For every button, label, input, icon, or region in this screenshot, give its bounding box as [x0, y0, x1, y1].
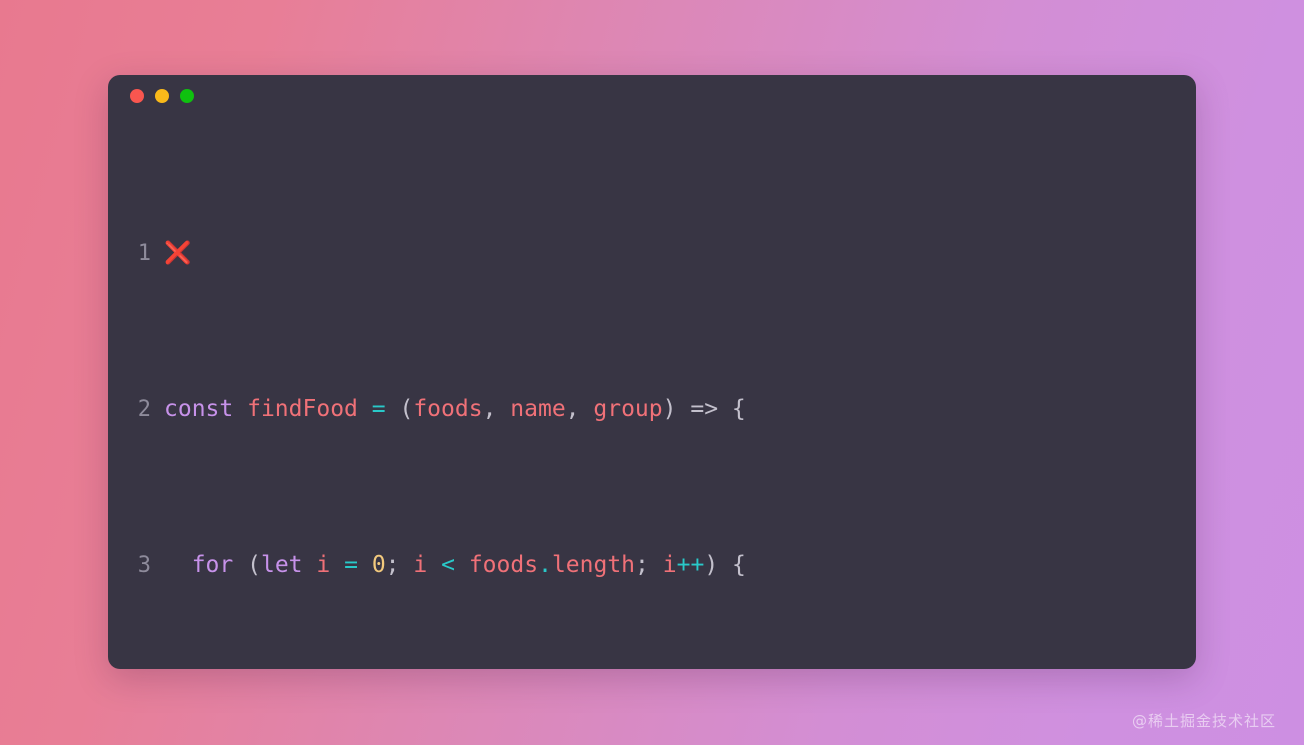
- line-source: const findFood = (foods, name, group) =>…: [164, 390, 1196, 429]
- line-source: for (let i = 0; i < foods.length; i++) {: [164, 546, 1196, 585]
- token-keyword: let: [260, 552, 303, 578]
- code-line[interactable]: 1 ❌: [108, 234, 1196, 273]
- line-number: 2: [137, 397, 151, 422]
- token-punctuation: {: [731, 396, 746, 422]
- token-punctuation: ;: [635, 552, 649, 578]
- line-source: ❌: [164, 234, 1196, 273]
- code-line[interactable]: 3 for (let i = 0; i < foods.length; i++)…: [108, 546, 1196, 585]
- code-editor-window: 1 ❌ 2 const findFood = (foods, name, gro…: [108, 75, 1196, 669]
- close-window-button[interactable]: [130, 89, 144, 103]
- token-operator: <: [441, 552, 455, 578]
- token-punctuation: ,: [482, 396, 511, 422]
- token-keyword: const: [164, 396, 234, 422]
- watermark: @稀土掘金技术社区: [1131, 712, 1276, 730]
- code-line[interactable]: 2 const findFood = (foods, name, group) …: [108, 390, 1196, 429]
- token-identifier: i: [413, 552, 428, 578]
- token-punctuation: ): [662, 396, 677, 422]
- token-arrow: =>: [690, 396, 719, 422]
- token-operator: ++: [676, 552, 705, 578]
- cross-mark-icon: ❌: [164, 241, 192, 266]
- token-identifier: i: [316, 552, 331, 578]
- line-number: 1: [137, 241, 151, 266]
- token-punctuation: (: [247, 552, 261, 578]
- token-punctuation: {: [732, 552, 746, 578]
- token-identifier: length: [551, 552, 636, 578]
- token-punctuation: ,: [565, 396, 594, 422]
- token-identifier: findFood: [247, 396, 358, 422]
- code-block[interactable]: 1 ❌ 2 const findFood = (foods, name, gro…: [108, 117, 1196, 669]
- token-identifier: group: [593, 396, 663, 422]
- token-keyword: for: [191, 552, 234, 578]
- token-identifier: i: [662, 552, 677, 578]
- token-punctuation: (: [399, 396, 414, 422]
- token-punctuation: ): [704, 552, 719, 578]
- token-operator: =: [371, 396, 386, 422]
- window-titlebar: [108, 75, 1196, 117]
- token-number: 0: [371, 552, 386, 578]
- token-punctuation: ;: [385, 552, 400, 578]
- token-operator: .: [538, 552, 552, 578]
- line-number: 3: [137, 553, 151, 578]
- token-operator: =: [344, 552, 358, 578]
- minimize-window-button[interactable]: [155, 89, 169, 103]
- token-identifier: foods: [468, 552, 539, 578]
- token-identifier: foods: [413, 396, 483, 422]
- zoom-window-button[interactable]: [180, 89, 194, 103]
- token-identifier: name: [510, 396, 566, 422]
